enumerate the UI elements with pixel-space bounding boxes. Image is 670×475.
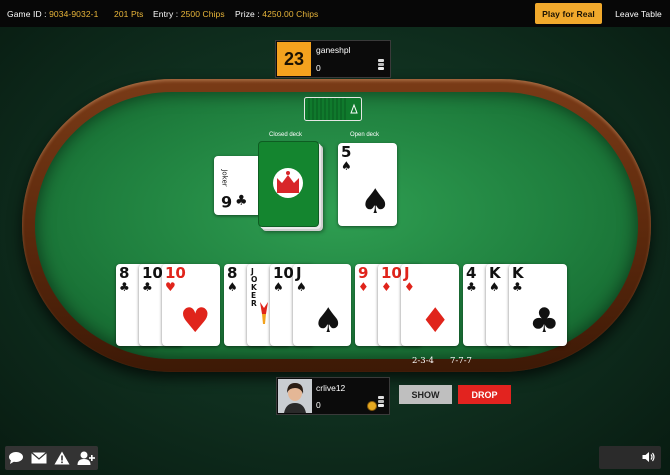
game-id-value: 9034-9032-1 [49, 9, 99, 19]
prize-value: 4250.00 Chips [262, 9, 319, 19]
game-id: Game ID : 9034-9032-1 [7, 9, 98, 19]
card-suit-large: ♣ [529, 301, 560, 341]
card-rank: K [489, 264, 501, 282]
add-user-icon[interactable] [77, 451, 95, 465]
mail-icon[interactable] [31, 452, 48, 464]
game-id-label: Game ID : [7, 9, 47, 19]
turn-timer: 23 [277, 42, 311, 76]
entry-value: 2500 Chips [180, 9, 225, 19]
leave-table-button[interactable]: Leave Table [609, 3, 668, 24]
hand-card[interactable]: K ♣ ♣ [509, 264, 567, 346]
open-deck-card[interactable]: 5 ♠ ♠ [338, 143, 397, 226]
player-score: 0 [316, 400, 321, 410]
card-suit: ♣ [512, 280, 523, 294]
card-suit: ♠ [489, 280, 500, 294]
card-rank: 4 [466, 264, 477, 282]
hand-card[interactable]: 10 ♥ ♥ [162, 264, 220, 346]
hand-card[interactable]: J ♦ ♦ [401, 264, 459, 346]
warning-icon[interactable] [54, 451, 70, 465]
show-button[interactable]: SHOW [399, 385, 452, 404]
speaker-icon[interactable] [642, 451, 656, 463]
card-suit: ♥ [165, 280, 176, 294]
sequence-label: 2-3-4 [412, 356, 434, 366]
closed-deck-label: Closed deck [269, 132, 303, 138]
entry: Entry : 2500 Chips [153, 9, 225, 19]
card-rank: 10 [273, 264, 294, 282]
card-rank: 8 [119, 264, 130, 282]
play-for-real-button[interactable]: Play for Real [535, 3, 602, 24]
open-card-suit-small: ♠ [341, 159, 352, 173]
card-rank: J [404, 264, 410, 282]
card-rank: 9 [358, 264, 369, 282]
chat-icon[interactable] [8, 451, 24, 465]
player-panel: crlive12 0 [276, 377, 390, 415]
card-rank: 10 [142, 264, 163, 282]
avatar [278, 379, 312, 413]
joker-label: Joker [220, 169, 229, 187]
closed-deck[interactable] [258, 141, 319, 227]
crown-icon [273, 168, 303, 198]
joker-card: Joker 6 ♣ [214, 156, 264, 215]
opponent-score: 0 [316, 63, 321, 73]
card-suit: ♠ [227, 280, 238, 294]
sequence-label: 7-7-7 [450, 356, 472, 366]
card-rank: 10 [381, 264, 402, 282]
player-name: crlive12 [316, 383, 346, 393]
joker-suit: ♣ [235, 193, 248, 209]
card-rank: J [296, 264, 302, 282]
card-suit-large: ♥ [180, 301, 211, 341]
drop-button[interactable]: DROP [458, 385, 511, 404]
opponent-name: ganeshpl [316, 45, 351, 55]
card-rank: K [512, 264, 524, 282]
opponent-panel: 23 ganeshpl 0 [275, 40, 391, 78]
card-rank: 8 [227, 264, 238, 282]
bottom-toolbar [5, 446, 98, 470]
card-suit: ♣ [466, 280, 477, 294]
card-suit: ♦ [381, 280, 392, 294]
jester-icon [260, 302, 268, 324]
points-value: 201 Pts [114, 9, 144, 19]
card-suit: ♠ [296, 280, 307, 294]
chip-stack-icon [378, 396, 384, 407]
top-bar: Game ID : 9034-9032-1 201 Pts Entry : 25… [0, 0, 670, 27]
prize: Prize : 4250.00 Chips [235, 9, 318, 19]
card-suit: ♣ [119, 280, 130, 294]
coin-icon [367, 401, 377, 411]
card-rank: 10 [165, 264, 186, 282]
card-suit: ♠ [273, 280, 284, 294]
card-suit-large: ♦ [420, 301, 451, 341]
prize-label: Prize : [235, 9, 260, 19]
card-suit-large: ♠ [313, 301, 344, 341]
player-avatar-icon [278, 379, 312, 413]
card-suit: ♦ [358, 280, 369, 294]
card-suit: ♣ [142, 280, 153, 294]
card-suit: ♦ [404, 280, 415, 294]
opponent-cards [304, 97, 362, 121]
hand-card[interactable]: J ♠ ♠ [293, 264, 351, 346]
open-card-rank: 5 [341, 143, 352, 161]
joker-text: JOKER [251, 267, 258, 308]
open-card-suit-large: ♠ [360, 182, 391, 222]
entry-label: Entry : [153, 9, 179, 19]
chip-stack-icon [378, 59, 384, 70]
open-deck-label: Open deck [350, 132, 380, 138]
joker-rank: 6 [221, 192, 233, 211]
